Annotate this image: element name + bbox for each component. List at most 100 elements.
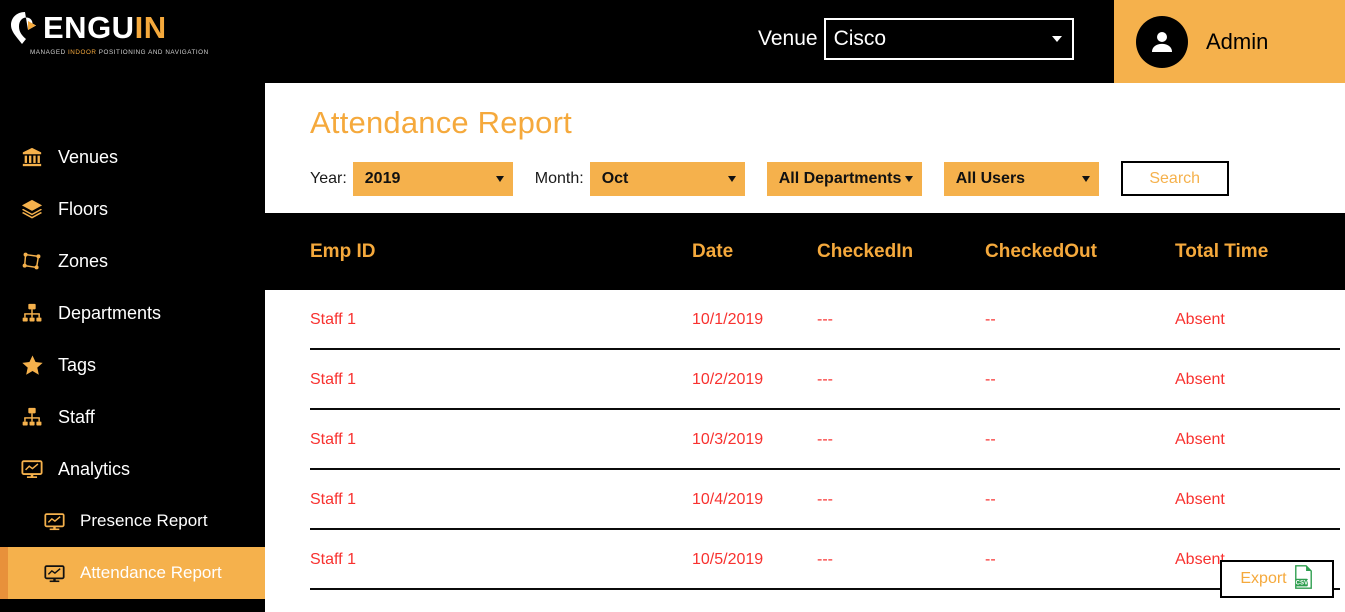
- cell-date: 10/3/2019: [692, 431, 764, 448]
- cell-checkedout: --: [985, 491, 996, 508]
- penguin-logo-icon: [8, 10, 42, 46]
- org-chart-icon: [20, 301, 44, 325]
- column-header-emp-id: Emp ID: [310, 240, 376, 262]
- brand-name-accent: IN: [134, 10, 167, 45]
- sidebar-item-presence-report[interactable]: Presence Report: [0, 495, 265, 547]
- star-icon: [20, 353, 44, 377]
- sidebar-item-attendance-report[interactable]: Attendance Report: [0, 547, 265, 599]
- table-row[interactable]: Staff 1 10/3/2019 --- -- Absent: [265, 410, 1345, 470]
- venue-select[interactable]: Cisco: [823, 18, 1074, 60]
- cell-date: 10/1/2019: [692, 311, 764, 328]
- column-header-checkedout: CheckedOut: [985, 240, 1097, 262]
- cell-checkedin: ---: [817, 491, 833, 508]
- cell-checkedout: --: [985, 431, 996, 448]
- sidebar: Venues Floors Zones Departments Tags Sta…: [0, 83, 265, 612]
- chevron-down-icon: [495, 175, 504, 182]
- sidebar-item-label: Zones: [58, 250, 109, 271]
- venue-select-value: Cisco: [833, 27, 887, 50]
- svg-text:CSV: CSV: [1295, 580, 1307, 586]
- month-select[interactable]: Oct: [589, 161, 745, 196]
- department-select-value: All Departments: [778, 169, 902, 187]
- cell-emp-id: Staff 1: [310, 551, 356, 568]
- column-header-date: Date: [692, 240, 734, 262]
- page-header: Attendance Report Year: 2019 Month: Oct …: [265, 83, 1345, 213]
- chevron-down-icon: [904, 175, 913, 182]
- month-label: Month:: [534, 169, 584, 187]
- sidebar-item-label: Tags: [58, 354, 97, 375]
- column-header-checkedin: CheckedIn: [817, 240, 914, 262]
- top-bar: ENGUIN MANAGED INDOOR POSITIONING AND NA…: [0, 0, 1345, 83]
- main-content: Attendance Report Year: 2019 Month: Oct …: [265, 83, 1345, 612]
- cell-checkedin: ---: [817, 551, 833, 568]
- users-select-value: All Users: [955, 169, 1026, 187]
- cell-emp-id: Staff 1: [310, 311, 356, 328]
- table-row[interactable]: Staff 1 10/5/2019 --- -- Absent: [265, 530, 1345, 590]
- year-select[interactable]: 2019: [352, 161, 513, 196]
- sidebar-item-departments[interactable]: Departments: [0, 287, 265, 339]
- sidebar-item-label: Staff: [58, 406, 95, 427]
- monitor-chart-icon: [42, 561, 66, 585]
- brand-tagline: MANAGED INDOOR POSITIONING AND NAVIGATIO…: [26, 49, 208, 56]
- year-label: Year:: [310, 169, 347, 187]
- cell-date: 10/2/2019: [692, 371, 764, 388]
- org-chart-icon: [20, 405, 44, 429]
- venue-selector-group: Venue Cisco: [758, 18, 1074, 60]
- table-body: Staff 1 10/1/2019 --- -- Absent Staff 1 …: [265, 290, 1345, 612]
- cell-total-time: Absent: [1175, 491, 1225, 508]
- sidebar-item-label: Departments: [58, 302, 162, 323]
- chevron-down-icon: [1081, 175, 1090, 182]
- monitor-chart-icon: [42, 509, 66, 533]
- search-button[interactable]: Search: [1120, 161, 1229, 196]
- cell-checkedout: --: [985, 551, 996, 568]
- filter-bar: Year: 2019 Month: Oct All Departments Al…: [310, 161, 1345, 196]
- sidebar-item-label: Attendance Report: [80, 563, 222, 582]
- cell-checkedin: ---: [817, 311, 833, 328]
- bank-icon: [20, 145, 44, 169]
- chevron-down-icon: [1051, 36, 1062, 42]
- cell-checkedout: --: [985, 371, 996, 388]
- admin-name: Admin: [1206, 28, 1269, 54]
- sidebar-item-zones[interactable]: Zones: [0, 235, 265, 287]
- table-header-row: Emp ID Date CheckedIn CheckedOut Total T…: [265, 213, 1345, 290]
- cell-date: 10/4/2019: [692, 491, 764, 508]
- export-button[interactable]: Export CSV: [1220, 560, 1334, 598]
- avatar: [1136, 15, 1188, 68]
- cell-total-time: Absent: [1175, 431, 1225, 448]
- cell-checkedin: ---: [817, 431, 833, 448]
- sidebar-item-venues[interactable]: Venues: [0, 131, 265, 183]
- year-select-value: 2019: [364, 169, 401, 187]
- cell-total-time: Absent: [1175, 311, 1225, 328]
- tagline-pre: MANAGED: [30, 49, 68, 56]
- brand-name: ENGUIN: [43, 10, 167, 46]
- department-select[interactable]: All Departments: [766, 161, 922, 196]
- export-button-label: Export: [1240, 570, 1287, 587]
- sidebar-item-floors[interactable]: Floors: [0, 183, 265, 235]
- table-row[interactable]: Staff 1 10/2/2019 --- -- Absent: [265, 350, 1345, 410]
- sidebar-item-staff[interactable]: Staff: [0, 391, 265, 443]
- chevron-down-icon: [727, 175, 736, 182]
- users-select[interactable]: All Users: [943, 161, 1099, 196]
- table-row[interactable]: Staff 1 10/1/2019 --- -- Absent: [265, 290, 1345, 350]
- cell-emp-id: Staff 1: [310, 431, 356, 448]
- monitor-chart-icon: [20, 457, 44, 481]
- cell-total-time: Absent: [1175, 371, 1225, 388]
- polygon-icon: [20, 249, 44, 273]
- table-row[interactable]: Staff 1 10/6/2019 --- -- Absent: [265, 590, 1345, 612]
- layers-icon: [20, 197, 44, 221]
- sidebar-item-tags[interactable]: Tags: [0, 339, 265, 391]
- admin-panel[interactable]: Admin: [1114, 0, 1345, 83]
- venue-label: Venue: [758, 27, 818, 50]
- tagline-text: MANAGED INDOOR POSITIONING AND NAVIGATIO…: [30, 49, 209, 56]
- cell-emp-id: Staff 1: [310, 371, 356, 388]
- cell-date: 10/5/2019: [692, 551, 764, 568]
- application-window: ENGUIN MANAGED INDOOR POSITIONING AND NA…: [0, 0, 1345, 612]
- sidebar-item-analytics[interactable]: Analytics: [0, 443, 265, 495]
- month-select-value: Oct: [601, 169, 629, 187]
- tagline-accent: INDOOR: [68, 49, 97, 56]
- brand-name-primary: ENGU: [43, 10, 135, 45]
- sidebar-item-label: Analytics: [58, 458, 131, 479]
- tagline-post: POSITIONING AND NAVIGATION: [96, 49, 209, 56]
- brand-logo[interactable]: ENGUIN MANAGED INDOOR POSITIONING AND NA…: [8, 8, 208, 64]
- table-row[interactable]: Staff 1 10/4/2019 --- -- Absent: [265, 470, 1345, 530]
- column-header-total-time: Total Time: [1175, 240, 1269, 262]
